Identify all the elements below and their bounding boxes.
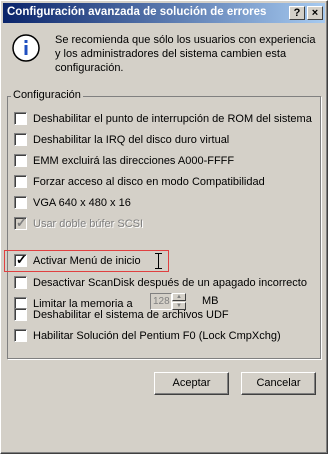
checkbox[interactable] <box>14 133 27 146</box>
option-label: Habilitar Solución del Pentium F0 (Lock … <box>33 330 281 342</box>
checkbox[interactable] <box>14 112 27 125</box>
close-button[interactable]: × <box>307 6 323 20</box>
checkbox[interactable] <box>14 175 27 188</box>
option-label: Forzar acceso al disco en modo Compatibi… <box>33 176 265 188</box>
help-button[interactable]: ? <box>289 6 305 20</box>
memory-unit-label: MB <box>202 295 219 307</box>
check-icon: ✓ <box>16 252 27 267</box>
checkbox: ✓ <box>14 215 27 230</box>
checkbox[interactable] <box>14 196 27 209</box>
option-label: Usar doble búfer SCSI <box>33 218 144 230</box>
info-icon <box>12 34 40 62</box>
cancel-button[interactable]: Cancelar <box>241 372 316 395</box>
memory-spin-buttons: ▲ ▼ <box>172 293 186 310</box>
text-cursor-icon <box>155 253 162 269</box>
info-message: Se recomienda que sólo los usuarios con … <box>55 34 316 74</box>
option-label: VGA 640 x 480 x 16 <box>33 197 131 209</box>
option-label: EMM excluirá las direcciones A000-FFFF <box>33 155 235 167</box>
option-label: Activar Menú de inicio <box>33 255 141 267</box>
memory-spinner: 128 ▲ ▼ <box>150 293 186 310</box>
config-group-label: Configuración <box>11 89 83 101</box>
check-icon: ✓ <box>16 215 27 230</box>
title-bar[interactable]: Configuración avanzada de solución de er… <box>3 3 325 23</box>
dialog-title: Configuración avanzada de solución de er… <box>7 6 267 18</box>
option-label: Deshabilitar la IRQ del disco duro virtu… <box>33 134 230 146</box>
option-label: Deshabilitar el punto de interrupción de… <box>33 113 312 125</box>
checkbox[interactable] <box>14 154 27 167</box>
checkbox[interactable] <box>14 329 27 342</box>
checkbox[interactable] <box>14 308 27 321</box>
troubleshooting-dialog: Configuración avanzada de solución de er… <box>0 0 328 454</box>
option-label: Deshabilitar el sistema de archivos UDF <box>33 309 229 321</box>
option-label: Desactivar ScanDisk después de un apagad… <box>33 277 307 289</box>
spin-up-icon: ▲ <box>172 293 186 301</box>
checkbox[interactable] <box>14 276 27 289</box>
memory-value-field: 128 <box>150 293 172 310</box>
accept-button[interactable]: Aceptar <box>154 372 229 395</box>
checkbox[interactable]: ✓ <box>14 252 27 267</box>
